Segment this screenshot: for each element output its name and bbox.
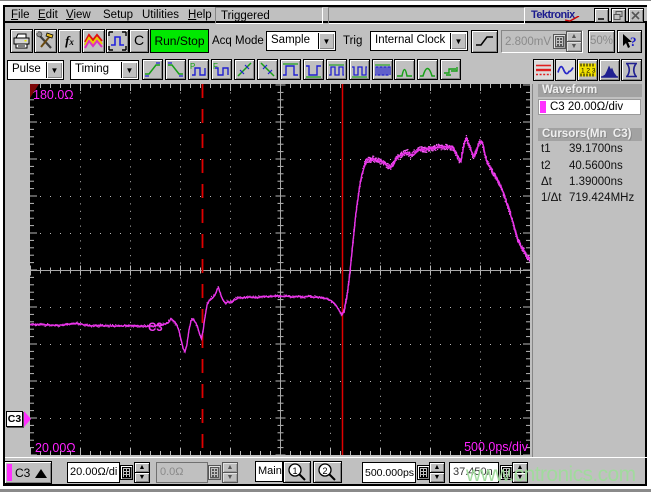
svg-text:2: 2 — [323, 466, 328, 476]
svg-text:500.0ps/div: 500.0ps/div — [464, 440, 529, 454]
svg-text:180.0Ω: 180.0Ω — [33, 88, 74, 102]
svg-text:C3: C3 — [148, 322, 163, 334]
svg-text:?: ? — [630, 34, 637, 49]
svg-text:F: F — [213, 62, 218, 71]
svg-text:1 2 3: 1 2 3 — [581, 68, 596, 75]
svg-text:1: 1 — [293, 466, 298, 476]
svg-text:20.00Ω: 20.00Ω — [35, 441, 76, 455]
